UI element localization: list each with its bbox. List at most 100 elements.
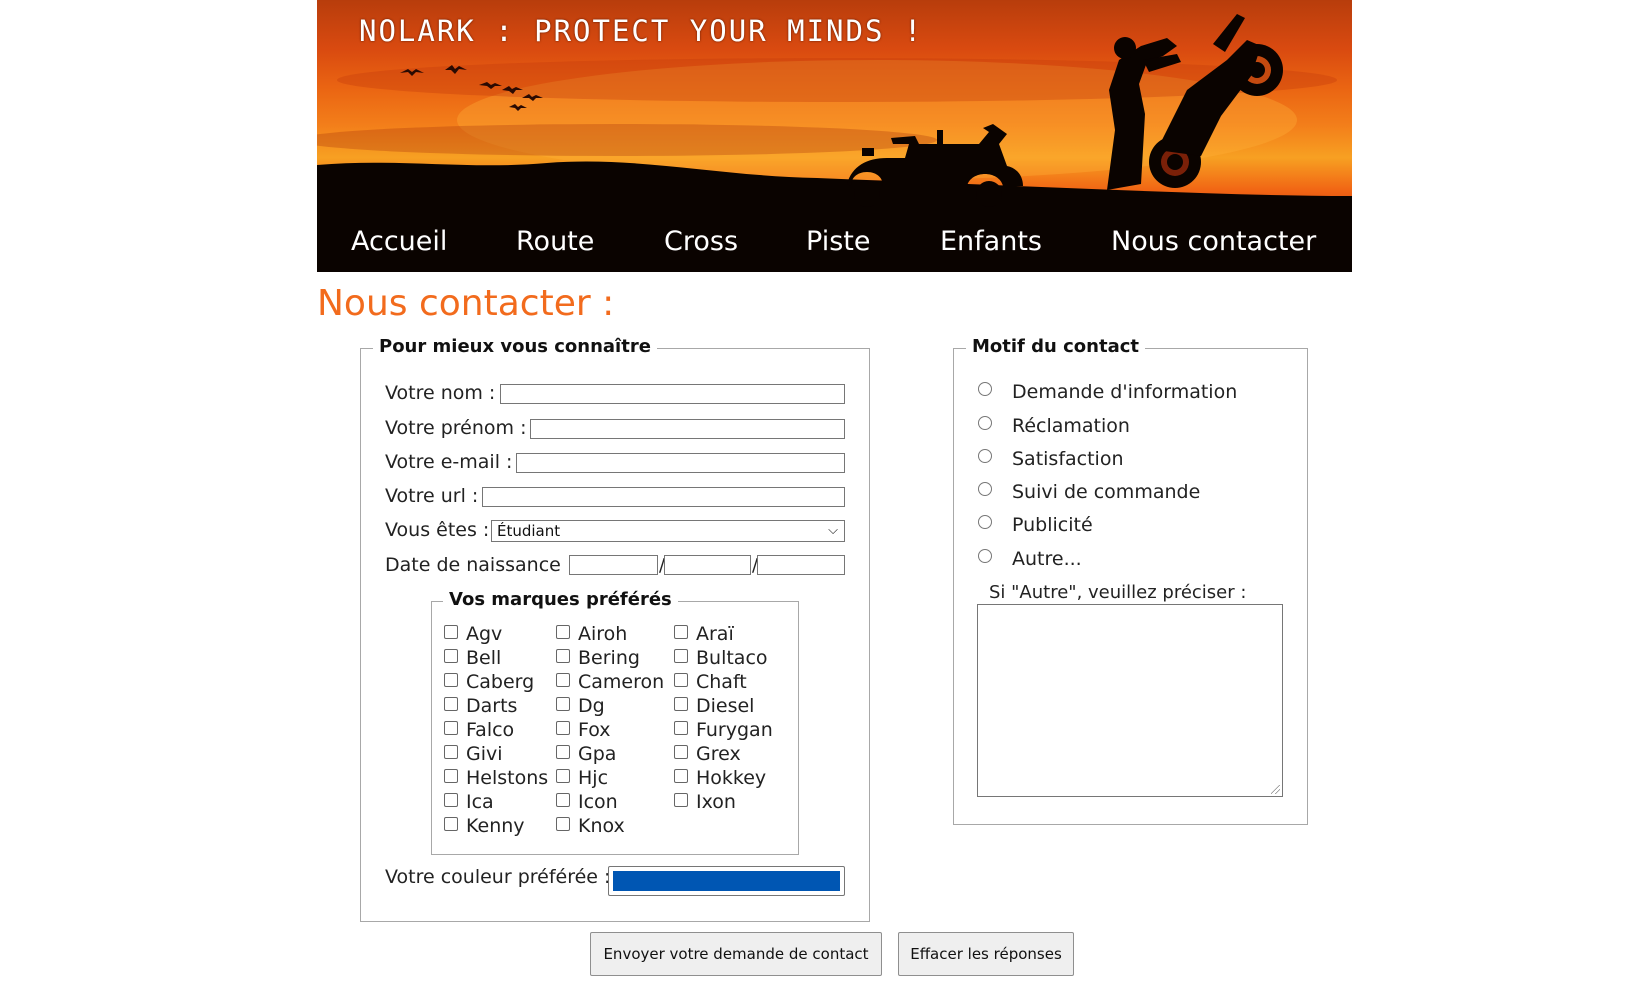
reason-radio-row[interactable]: Satisfaction (978, 448, 1124, 470)
brand-checkbox-row[interactable]: Araï (674, 623, 734, 645)
brand-checkbox[interactable] (674, 793, 688, 807)
nav-link-piste[interactable]: Piste (806, 226, 870, 257)
reason-radio[interactable] (978, 382, 992, 396)
contact-reason-fieldset: Motif du contact Demande d'information Ré… (953, 336, 1308, 825)
other-reason-textarea[interactable] (977, 604, 1283, 797)
reason-radio-row[interactable]: Réclamation (978, 415, 1130, 437)
brand-checkbox-row[interactable]: Knox (556, 815, 625, 837)
brand-checkbox[interactable] (444, 745, 458, 759)
brand-checkbox-row[interactable]: Falco (444, 719, 514, 741)
brand-checkbox-row[interactable]: Agv (444, 623, 502, 645)
brand-label: Ica (466, 791, 494, 813)
birth-month-input[interactable] (664, 555, 751, 575)
brand-checkbox[interactable] (556, 697, 570, 711)
nav-link-enfants[interactable]: Enfants (940, 226, 1042, 257)
reason-radio-row[interactable]: Autre... (978, 548, 1082, 570)
submit-button[interactable]: Envoyer votre demande de contact (590, 932, 882, 976)
nav-link-cross[interactable]: Cross (664, 226, 738, 257)
brand-checkbox-row[interactable]: Airoh (556, 623, 627, 645)
brand-checkbox-row[interactable]: Icon (556, 791, 618, 813)
brand-checkbox[interactable] (444, 697, 458, 711)
reason-radio-row[interactable]: Publicité (978, 514, 1093, 536)
brand-checkbox[interactable] (556, 793, 570, 807)
brand-label: Fox (578, 719, 611, 741)
brand-label: Diesel (696, 695, 755, 717)
brand-checkbox[interactable] (674, 721, 688, 735)
brand-checkbox[interactable] (444, 817, 458, 831)
nav-link-accueil[interactable]: Accueil (351, 226, 447, 257)
reason-radio[interactable] (978, 549, 992, 563)
brand-label: Caberg (466, 671, 535, 693)
brand-label: Bering (578, 647, 640, 669)
brand-checkbox-row[interactable]: Gpa (556, 743, 616, 765)
brand-checkbox[interactable] (444, 769, 458, 783)
nav-link-nous-contacter[interactable]: Nous contacter (1111, 226, 1316, 257)
brand-checkbox[interactable] (674, 673, 688, 687)
brand-checkbox-row[interactable]: Chaft (674, 671, 747, 693)
brand-checkbox[interactable] (674, 745, 688, 759)
brand-label: Chaft (696, 671, 747, 693)
reason-radio[interactable] (978, 482, 992, 496)
brand-checkbox[interactable] (444, 649, 458, 663)
brand-checkbox-row[interactable]: Bering (556, 647, 640, 669)
reset-button[interactable]: Effacer les réponses (898, 932, 1074, 976)
brand-checkbox[interactable] (556, 649, 570, 663)
firstname-input[interactable] (530, 419, 845, 439)
brand-checkbox-row[interactable]: Darts (444, 695, 517, 717)
name-input[interactable] (500, 384, 845, 404)
url-input[interactable] (482, 487, 845, 507)
brand-checkbox-row[interactable]: Kenny (444, 815, 525, 837)
brand-checkbox[interactable] (444, 793, 458, 807)
main-nav: Accueil Route Cross Piste Enfants Nous c… (317, 206, 1352, 272)
birth-year-input[interactable] (757, 555, 845, 575)
brand-checkbox[interactable] (556, 625, 570, 639)
nav-link-route[interactable]: Route (516, 226, 594, 257)
brand-checkbox-row[interactable]: Ixon (674, 791, 736, 813)
brand-checkbox-row[interactable]: Hokkey (674, 767, 766, 789)
brand-checkbox-row[interactable]: Furygan (674, 719, 773, 741)
brand-label: Bell (466, 647, 502, 669)
resize-grip-icon[interactable] (1271, 785, 1280, 794)
brand-checkbox-row[interactable]: Bell (444, 647, 501, 669)
status-select[interactable]: Étudiant ⌵ (491, 520, 845, 542)
birth-day-input[interactable] (569, 555, 658, 575)
brand-checkbox-row[interactable]: Givi (444, 743, 503, 765)
reason-radio-row[interactable]: Demande d'information (978, 381, 1237, 403)
brands-fieldset: Vos marques préférés Agv Bell Caberg Darts F… (431, 589, 799, 855)
color-picker[interactable] (608, 866, 845, 896)
site-banner: NOLARK : PROTECT YOUR MINDS ! Accueil Ro… (317, 0, 1352, 272)
brand-checkbox-row[interactable]: Dg (556, 695, 605, 717)
brand-checkbox-row[interactable]: Hjc (556, 767, 608, 789)
brand-checkbox-row[interactable]: Fox (556, 719, 611, 741)
brand-checkbox-row[interactable]: Helstons (444, 767, 548, 789)
brand-checkbox[interactable] (556, 769, 570, 783)
brand-checkbox-row[interactable]: Diesel (674, 695, 754, 717)
brand-checkbox-row[interactable]: Caberg (444, 671, 534, 693)
reason-radio[interactable] (978, 416, 992, 430)
brand-checkbox-row[interactable]: Grex (674, 743, 741, 765)
brand-checkbox[interactable] (674, 625, 688, 639)
brand-label: Gpa (578, 743, 617, 765)
reason-radio[interactable] (978, 449, 992, 463)
brand-checkbox[interactable] (674, 769, 688, 783)
reason-radio[interactable] (978, 515, 992, 529)
brand-checkbox-row[interactable]: Bultaco (674, 647, 768, 669)
brand-checkbox-row[interactable]: Cameron (556, 671, 664, 693)
brands-legend: Vos marques préférés (443, 589, 678, 610)
brand-checkbox[interactable] (556, 721, 570, 735)
brand-checkbox[interactable] (556, 673, 570, 687)
brand-checkbox[interactable] (556, 745, 570, 759)
brand-checkbox[interactable] (674, 649, 688, 663)
brand-checkbox[interactable] (444, 673, 458, 687)
site-title: NOLARK : PROTECT YOUR MINDS ! (359, 14, 924, 48)
brand-label: Agv (466, 623, 503, 645)
brand-checkbox[interactable] (444, 625, 458, 639)
brand-checkbox-row[interactable]: Ica (444, 791, 494, 813)
status-label: Vous êtes : (385, 519, 490, 541)
email-input[interactable] (516, 453, 845, 473)
brand-checkbox[interactable] (444, 721, 458, 735)
brand-label: Hjc (578, 767, 609, 789)
brand-checkbox[interactable] (556, 817, 570, 831)
brand-checkbox[interactable] (674, 697, 688, 711)
reason-radio-row[interactable]: Suivi de commande (978, 481, 1200, 503)
